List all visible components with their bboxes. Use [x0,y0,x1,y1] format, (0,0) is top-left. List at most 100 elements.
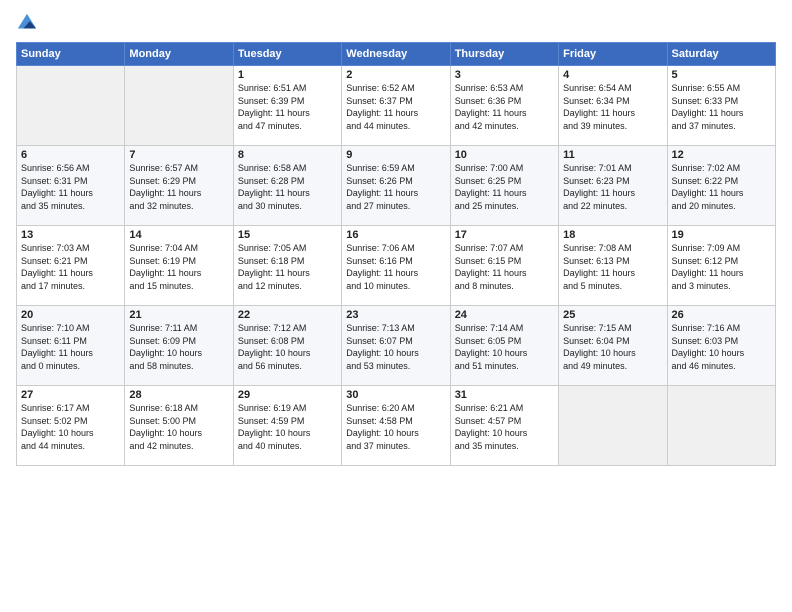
day-number: 17 [455,229,554,241]
day-info: Sunrise: 6:19 AM Sunset: 4:59 PM Dayligh… [238,402,337,452]
header-sunday: Sunday [17,43,125,66]
day-cell: 1Sunrise: 6:51 AM Sunset: 6:39 PM Daylig… [233,66,341,146]
day-number: 13 [21,229,120,241]
day-cell: 15Sunrise: 7:05 AM Sunset: 6:18 PM Dayli… [233,226,341,306]
day-info: Sunrise: 7:15 AM Sunset: 6:04 PM Dayligh… [563,322,662,372]
logo-icon [16,12,38,34]
day-number: 20 [21,309,120,321]
day-number: 29 [238,389,337,401]
week-row-1: 1Sunrise: 6:51 AM Sunset: 6:39 PM Daylig… [17,66,776,146]
day-number: 7 [129,149,228,161]
day-number: 2 [346,69,445,81]
day-info: Sunrise: 7:08 AM Sunset: 6:13 PM Dayligh… [563,242,662,292]
day-number: 23 [346,309,445,321]
day-cell: 6Sunrise: 6:56 AM Sunset: 6:31 PM Daylig… [17,146,125,226]
header-thursday: Thursday [450,43,558,66]
day-number: 21 [129,309,228,321]
day-number: 25 [563,309,662,321]
day-number: 18 [563,229,662,241]
day-cell [125,66,233,146]
day-info: Sunrise: 6:51 AM Sunset: 6:39 PM Dayligh… [238,82,337,132]
day-info: Sunrise: 7:03 AM Sunset: 6:21 PM Dayligh… [21,242,120,292]
header-row: SundayMondayTuesdayWednesdayThursdayFrid… [17,43,776,66]
week-row-2: 6Sunrise: 6:56 AM Sunset: 6:31 PM Daylig… [17,146,776,226]
day-number: 8 [238,149,337,161]
day-info: Sunrise: 6:21 AM Sunset: 4:57 PM Dayligh… [455,402,554,452]
day-number: 9 [346,149,445,161]
day-info: Sunrise: 7:02 AM Sunset: 6:22 PM Dayligh… [672,162,771,212]
logo [16,12,42,34]
day-cell: 7Sunrise: 6:57 AM Sunset: 6:29 PM Daylig… [125,146,233,226]
day-cell [17,66,125,146]
day-info: Sunrise: 7:05 AM Sunset: 6:18 PM Dayligh… [238,242,337,292]
day-cell: 22Sunrise: 7:12 AM Sunset: 6:08 PM Dayli… [233,306,341,386]
day-cell: 26Sunrise: 7:16 AM Sunset: 6:03 PM Dayli… [667,306,775,386]
day-info: Sunrise: 7:04 AM Sunset: 6:19 PM Dayligh… [129,242,228,292]
day-number: 3 [455,69,554,81]
calendar-table: SundayMondayTuesdayWednesdayThursdayFrid… [16,42,776,466]
day-info: Sunrise: 6:53 AM Sunset: 6:36 PM Dayligh… [455,82,554,132]
day-info: Sunrise: 6:59 AM Sunset: 6:26 PM Dayligh… [346,162,445,212]
header-saturday: Saturday [667,43,775,66]
day-info: Sunrise: 6:56 AM Sunset: 6:31 PM Dayligh… [21,162,120,212]
day-number: 5 [672,69,771,81]
day-number: 1 [238,69,337,81]
day-cell: 16Sunrise: 7:06 AM Sunset: 6:16 PM Dayli… [342,226,450,306]
day-cell: 14Sunrise: 7:04 AM Sunset: 6:19 PM Dayli… [125,226,233,306]
day-number: 26 [672,309,771,321]
day-info: Sunrise: 7:07 AM Sunset: 6:15 PM Dayligh… [455,242,554,292]
day-info: Sunrise: 6:57 AM Sunset: 6:29 PM Dayligh… [129,162,228,212]
day-cell: 25Sunrise: 7:15 AM Sunset: 6:04 PM Dayli… [559,306,667,386]
day-cell: 12Sunrise: 7:02 AM Sunset: 6:22 PM Dayli… [667,146,775,226]
day-number: 19 [672,229,771,241]
day-cell: 5Sunrise: 6:55 AM Sunset: 6:33 PM Daylig… [667,66,775,146]
day-cell: 10Sunrise: 7:00 AM Sunset: 6:25 PM Dayli… [450,146,558,226]
header-monday: Monday [125,43,233,66]
week-row-4: 20Sunrise: 7:10 AM Sunset: 6:11 PM Dayli… [17,306,776,386]
day-cell: 31Sunrise: 6:21 AM Sunset: 4:57 PM Dayli… [450,386,558,466]
day-info: Sunrise: 7:13 AM Sunset: 6:07 PM Dayligh… [346,322,445,372]
week-row-5: 27Sunrise: 6:17 AM Sunset: 5:02 PM Dayli… [17,386,776,466]
day-info: Sunrise: 6:58 AM Sunset: 6:28 PM Dayligh… [238,162,337,212]
day-info: Sunrise: 6:55 AM Sunset: 6:33 PM Dayligh… [672,82,771,132]
day-info: Sunrise: 6:20 AM Sunset: 4:58 PM Dayligh… [346,402,445,452]
header-wednesday: Wednesday [342,43,450,66]
header [16,12,776,34]
day-info: Sunrise: 7:14 AM Sunset: 6:05 PM Dayligh… [455,322,554,372]
day-number: 12 [672,149,771,161]
day-cell: 23Sunrise: 7:13 AM Sunset: 6:07 PM Dayli… [342,306,450,386]
week-row-3: 13Sunrise: 7:03 AM Sunset: 6:21 PM Dayli… [17,226,776,306]
day-info: Sunrise: 6:17 AM Sunset: 5:02 PM Dayligh… [21,402,120,452]
day-info: Sunrise: 6:52 AM Sunset: 6:37 PM Dayligh… [346,82,445,132]
day-info: Sunrise: 7:00 AM Sunset: 6:25 PM Dayligh… [455,162,554,212]
day-cell: 28Sunrise: 6:18 AM Sunset: 5:00 PM Dayli… [125,386,233,466]
day-number: 22 [238,309,337,321]
day-cell: 9Sunrise: 6:59 AM Sunset: 6:26 PM Daylig… [342,146,450,226]
calendar-container: SundayMondayTuesdayWednesdayThursdayFrid… [0,0,792,474]
day-info: Sunrise: 6:54 AM Sunset: 6:34 PM Dayligh… [563,82,662,132]
day-number: 15 [238,229,337,241]
day-number: 31 [455,389,554,401]
day-cell: 29Sunrise: 6:19 AM Sunset: 4:59 PM Dayli… [233,386,341,466]
day-cell: 20Sunrise: 7:10 AM Sunset: 6:11 PM Dayli… [17,306,125,386]
day-info: Sunrise: 7:11 AM Sunset: 6:09 PM Dayligh… [129,322,228,372]
day-info: Sunrise: 6:18 AM Sunset: 5:00 PM Dayligh… [129,402,228,452]
day-number: 28 [129,389,228,401]
day-cell: 8Sunrise: 6:58 AM Sunset: 6:28 PM Daylig… [233,146,341,226]
day-cell: 4Sunrise: 6:54 AM Sunset: 6:34 PM Daylig… [559,66,667,146]
day-cell: 18Sunrise: 7:08 AM Sunset: 6:13 PM Dayli… [559,226,667,306]
day-info: Sunrise: 7:01 AM Sunset: 6:23 PM Dayligh… [563,162,662,212]
calendar-header: SundayMondayTuesdayWednesdayThursdayFrid… [17,43,776,66]
day-cell: 3Sunrise: 6:53 AM Sunset: 6:36 PM Daylig… [450,66,558,146]
day-number: 27 [21,389,120,401]
day-info: Sunrise: 7:16 AM Sunset: 6:03 PM Dayligh… [672,322,771,372]
day-cell [559,386,667,466]
day-number: 10 [455,149,554,161]
day-info: Sunrise: 7:10 AM Sunset: 6:11 PM Dayligh… [21,322,120,372]
day-number: 16 [346,229,445,241]
calendar-body: 1Sunrise: 6:51 AM Sunset: 6:39 PM Daylig… [17,66,776,466]
day-cell [667,386,775,466]
day-cell: 30Sunrise: 6:20 AM Sunset: 4:58 PM Dayli… [342,386,450,466]
day-cell: 19Sunrise: 7:09 AM Sunset: 6:12 PM Dayli… [667,226,775,306]
day-cell: 27Sunrise: 6:17 AM Sunset: 5:02 PM Dayli… [17,386,125,466]
